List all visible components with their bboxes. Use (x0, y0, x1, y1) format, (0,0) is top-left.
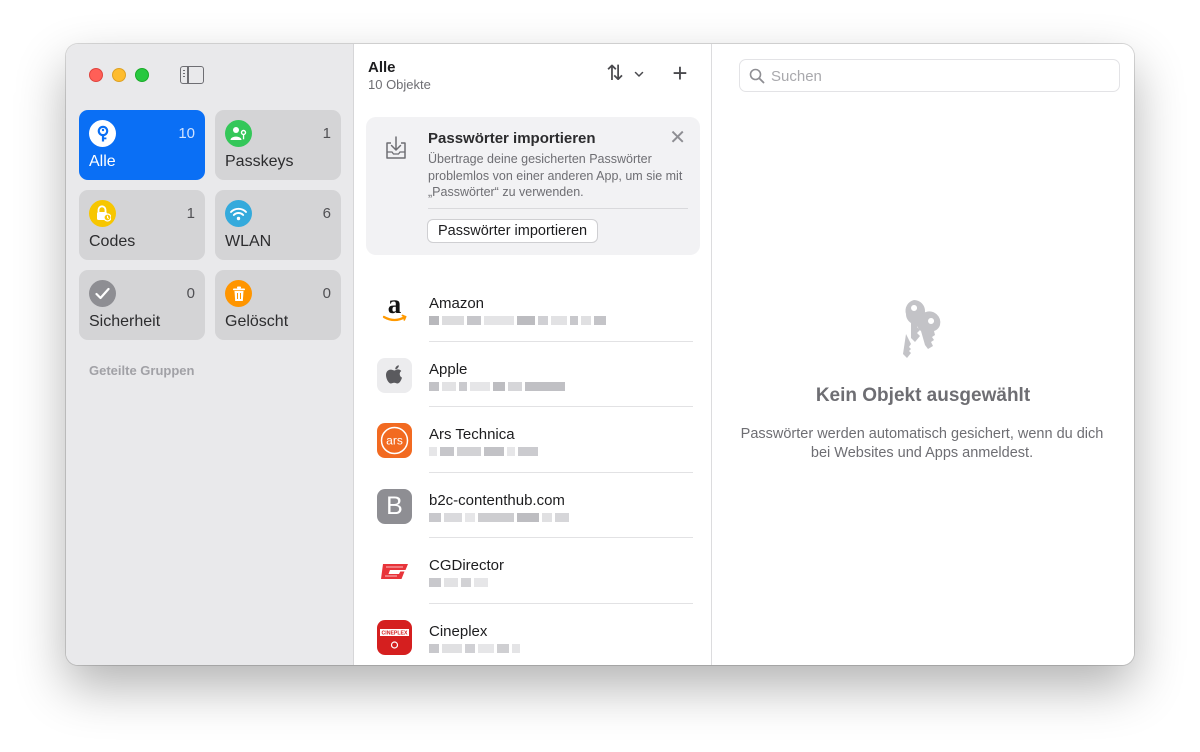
tile-label: Passkeys (225, 153, 294, 170)
import-title: Passwörter importieren (428, 130, 596, 147)
redacted-username (429, 316, 669, 328)
checkmark-icon (89, 280, 116, 307)
search-icon (749, 68, 765, 84)
tile-count: 6 (322, 205, 331, 222)
empty-state-description: Passwörter werden automatisch gesichert,… (740, 426, 1104, 461)
redacted-username (429, 512, 669, 525)
entry-name: Cineplex (429, 622, 488, 640)
add-button[interactable]: + (669, 60, 691, 86)
tile-count: 1 (322, 125, 331, 142)
cgdirector-logo (377, 554, 412, 589)
sidebar: 10 Alle 1 Passkeys 1 Codes 6 WLAN 0 Sich… (66, 44, 354, 665)
entry-name: Ars Technica (429, 426, 515, 443)
minimize-window-button[interactable] (112, 68, 126, 82)
sort-icon[interactable]: ⇅ (602, 62, 628, 88)
list-item[interactable]: a Amazon (354, 276, 711, 342)
tile-count: 0 (322, 285, 331, 302)
close-icon[interactable]: ✕ (669, 128, 686, 148)
keys-icon (903, 300, 941, 358)
password-list: a Amazon Apple ars Ars Technica B b2c-co… (354, 276, 711, 665)
close-window-button[interactable] (89, 68, 103, 82)
zoom-window-button[interactable] (135, 68, 149, 82)
tile-passkeys[interactable]: 1 Passkeys (215, 110, 341, 180)
redacted-username (429, 447, 669, 459)
ars-technica-logo: ars (377, 423, 412, 458)
redacted-username (429, 381, 669, 394)
entry-name: b2c-contenthub.com (429, 491, 565, 509)
svg-text:a: a (388, 292, 402, 319)
search-input[interactable] (771, 65, 1101, 87)
chevron-down-icon[interactable] (633, 68, 645, 80)
window-controls (89, 68, 149, 82)
tile-alle[interactable]: 10 Alle (79, 110, 205, 180)
list-item[interactable]: CGDirector (354, 538, 711, 604)
logo-text: ars (386, 434, 403, 448)
category-tiles: 10 Alle 1 Passkeys 1 Codes 6 WLAN 0 Sich… (79, 110, 341, 340)
tile-label: Codes (89, 233, 136, 250)
divider (428, 208, 688, 209)
list-item[interactable]: B b2c-contenthub.com (354, 473, 711, 538)
tile-label: Sicherheit (89, 313, 161, 330)
import-description: Übertrage deine gesicherten Passwörter p… (428, 152, 683, 199)
item-list-pane: Alle 10 Objekte ⇅ + Passwörter importier… (354, 44, 712, 665)
passwords-window: 10 Alle 1 Passkeys 1 Codes 6 WLAN 0 Sich… (66, 44, 1134, 665)
tile-label: Gelöscht (225, 313, 289, 330)
import-banner: Passwörter importieren ✕ Übertrage deine… (366, 117, 700, 255)
amazon-logo: a (377, 292, 412, 327)
tile-label: WLAN (225, 233, 272, 250)
tile-wlan[interactable]: 6 WLAN (215, 190, 341, 260)
letter-b-icon: B (377, 488, 412, 524)
list-item[interactable]: ars Ars Technica (354, 407, 711, 473)
person-key-icon (225, 120, 252, 147)
tile-codes[interactable]: 1 Codes (79, 190, 205, 260)
empty-state-title: Kein Objekt ausgewählt (815, 385, 1031, 406)
import-tray-icon (386, 136, 406, 159)
tile-geloescht[interactable]: 0 Gelöscht (215, 270, 341, 340)
import-passwords-button[interactable]: Passwörter importieren (427, 219, 599, 243)
trash-icon (225, 280, 252, 307)
list-item[interactable]: CINEPLEX Cineplex (354, 604, 711, 666)
list-item[interactable]: Apple (354, 342, 711, 407)
redacted-username (429, 578, 669, 590)
shared-groups-heading: Geteilte Gruppen (89, 363, 195, 378)
sidebar-toggle-icon[interactable] (180, 66, 204, 84)
logo-text: CINEPLEX (382, 630, 408, 636)
list-title: Alle (368, 59, 396, 76)
tile-count: 0 (186, 285, 195, 302)
list-subtitle: 10 Objekte (368, 77, 431, 92)
key-icon (89, 120, 116, 147)
tile-count: 10 (178, 125, 195, 142)
wifi-icon (225, 200, 252, 227)
search-field[interactable] (739, 59, 1120, 92)
apple-logo (377, 357, 412, 393)
tile-sicherheit[interactable]: 0 Sicherheit (79, 270, 205, 340)
cineplex-logo: CINEPLEX (377, 619, 412, 655)
detail-pane: Kein Objekt ausgewählt Passwörter werden… (712, 44, 1134, 665)
tile-count: 1 (186, 205, 195, 222)
entry-name: Amazon (429, 295, 485, 312)
entry-name: CGDirector (429, 557, 505, 574)
tile-label: Alle (89, 153, 116, 170)
lock-code-icon (89, 200, 116, 227)
entry-name: Apple (429, 360, 468, 378)
redacted-username (429, 643, 669, 656)
